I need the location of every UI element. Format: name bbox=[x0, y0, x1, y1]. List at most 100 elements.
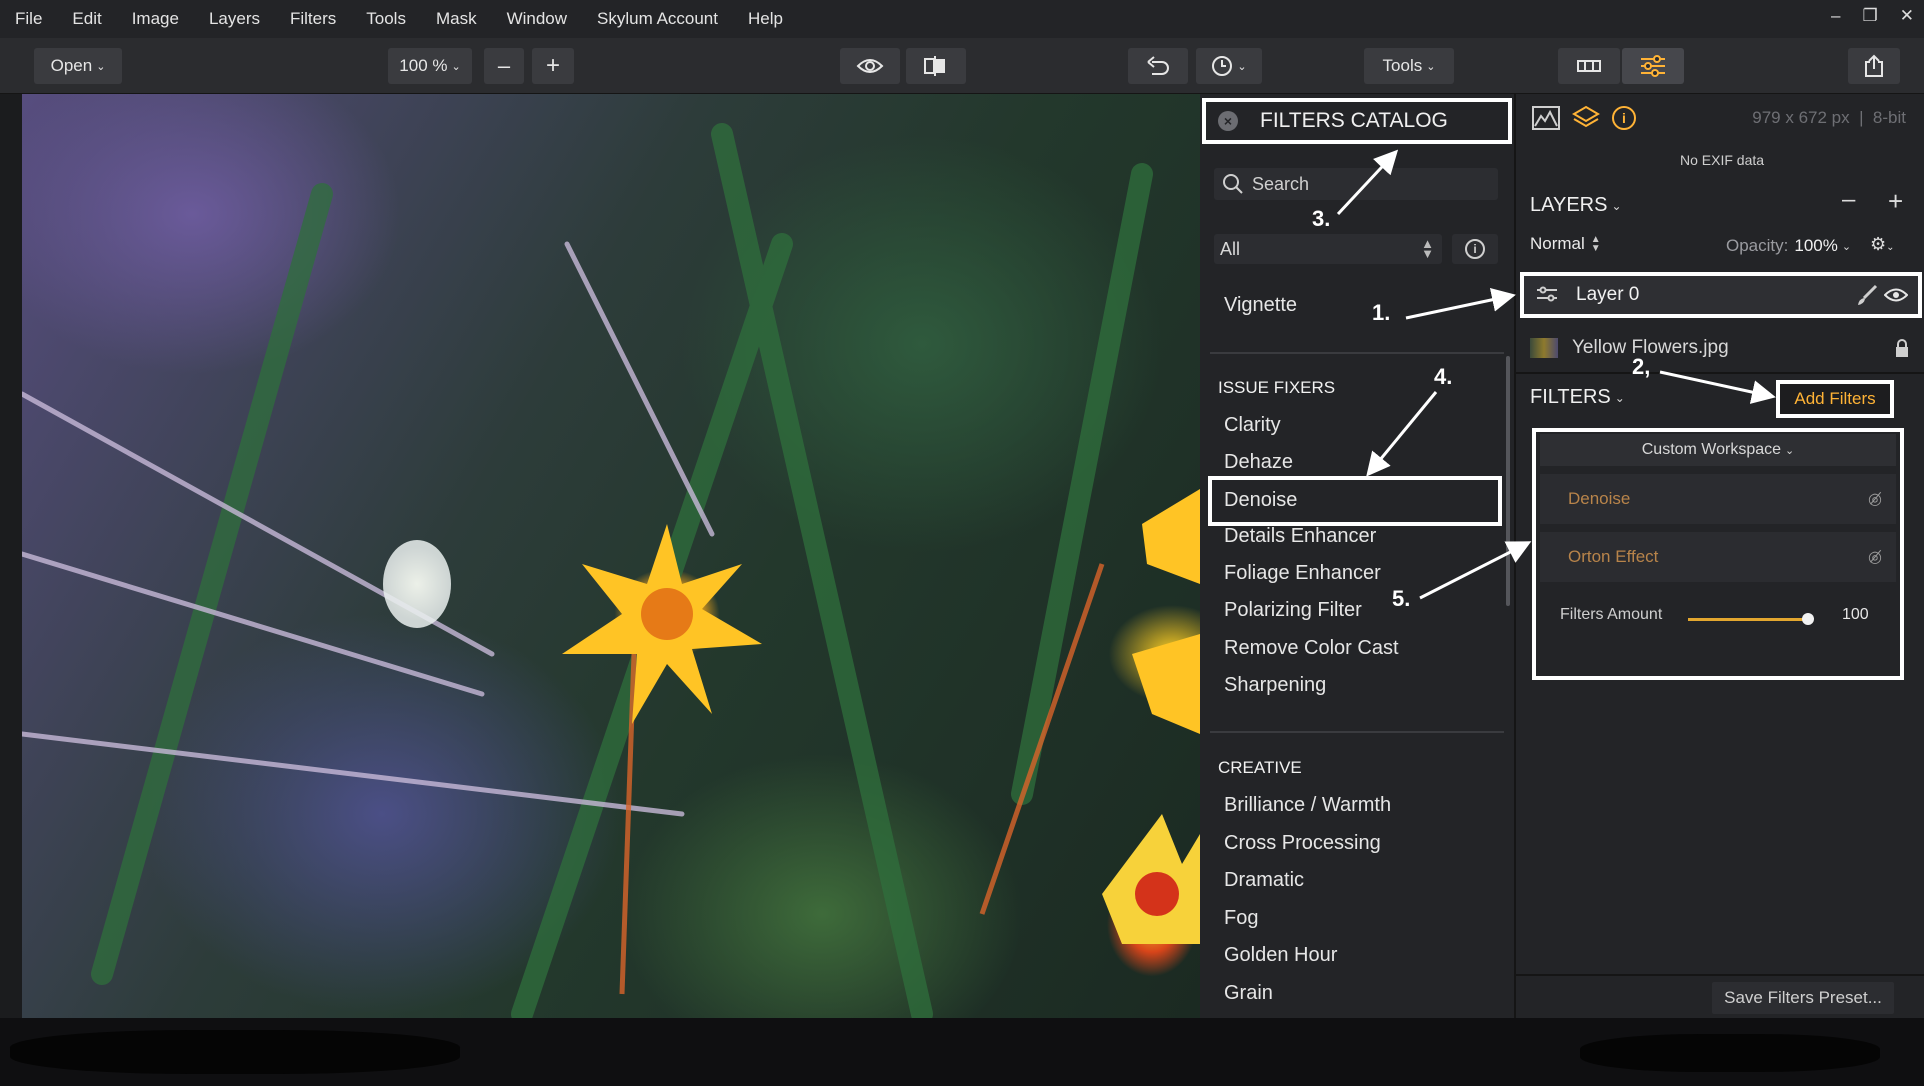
catalog-item-golden-hour[interactable]: Golden Hour bbox=[1224, 944, 1337, 967]
catalog-item-dramatic[interactable]: Dramatic bbox=[1224, 869, 1304, 892]
section-issue-fixers: ISSUE FIXERS bbox=[1218, 378, 1336, 397]
tools-button[interactable]: Tools ⌄ bbox=[1364, 48, 1454, 84]
category-select[interactable]: All ▲ ▼ bbox=[1214, 234, 1442, 264]
split-view-icon bbox=[924, 56, 945, 76]
annotation-5: 5. bbox=[1392, 586, 1411, 611]
updown-icon: ▲ ▼ bbox=[1590, 234, 1601, 254]
menu-skylum-account[interactable]: Skylum Account bbox=[582, 9, 733, 29]
histogram-tab[interactable] bbox=[1532, 106, 1560, 135]
compare-button[interactable] bbox=[906, 48, 966, 84]
info-tab[interactable]: i bbox=[1612, 106, 1636, 130]
menu-filters[interactable]: Filters bbox=[275, 9, 351, 29]
minimize-button[interactable]: – bbox=[1831, 6, 1840, 26]
layers-title: LAYERS bbox=[1530, 194, 1608, 216]
filters-title: FILTERS bbox=[1530, 386, 1611, 408]
edit-view-button[interactable] bbox=[1622, 48, 1684, 84]
menu-edit[interactable]: Edit bbox=[57, 9, 116, 29]
window-controls: – ❐ ✕ bbox=[1831, 6, 1914, 26]
workspace-select[interactable]: Custom Workspace ⌄ bbox=[1540, 434, 1896, 466]
menu-window[interactable]: Window bbox=[492, 9, 582, 29]
open-button[interactable]: Open ⌄ bbox=[34, 48, 122, 84]
share-icon bbox=[1865, 54, 1883, 77]
image-canvas[interactable] bbox=[22, 94, 1200, 1018]
zoom-out-button[interactable]: – bbox=[484, 48, 524, 84]
catalog-view-button[interactable] bbox=[1558, 48, 1620, 84]
save-filters-preset-button[interactable]: Save Filters Preset... bbox=[1712, 982, 1894, 1014]
chevron-down-icon: ⌄ bbox=[1611, 198, 1622, 213]
chevron-down-icon: ⌄ bbox=[1614, 390, 1625, 405]
open-label: Open bbox=[50, 56, 93, 75]
catalog-item-clarity[interactable]: Clarity bbox=[1224, 414, 1281, 437]
menu-file[interactable]: File bbox=[0, 9, 57, 29]
catalog-item-sharpening[interactable]: Sharpening bbox=[1224, 674, 1326, 697]
catalog-item-foliage-enhancer[interactable]: Foliage Enhancer bbox=[1224, 562, 1381, 585]
layer-row-selected[interactable]: Layer 0 bbox=[1520, 272, 1922, 318]
filters-header[interactable]: FILTERS ⌄ bbox=[1530, 386, 1625, 409]
remove-layer-button[interactable]: – bbox=[1842, 186, 1855, 214]
filter-name: Orton Effect bbox=[1568, 547, 1659, 566]
divider bbox=[1210, 731, 1504, 733]
close-icon[interactable]: × bbox=[1218, 111, 1238, 131]
filters-amount-value: 100 bbox=[1842, 606, 1869, 623]
catalog-item-brilliance-warmth[interactable]: Brilliance / Warmth bbox=[1224, 794, 1391, 817]
catalog-item-dehaze[interactable]: Dehaze bbox=[1224, 451, 1293, 474]
catalog-item-polarizing-filter[interactable]: Polarizing Filter bbox=[1224, 599, 1362, 622]
photo-content bbox=[22, 123, 1200, 1018]
chevron-down-icon: ⌄ bbox=[451, 60, 461, 73]
history-button[interactable]: ⌄ bbox=[1196, 48, 1262, 84]
layer-row[interactable]: Yellow Flowers.jpg bbox=[1524, 326, 1922, 370]
opacity-control[interactable]: Opacity: 100% ⌄ bbox=[1726, 236, 1851, 256]
eye-off-icon[interactable]: ◎̸ bbox=[1868, 489, 1882, 509]
layers-header[interactable]: LAYERS ⌄ bbox=[1530, 194, 1622, 217]
bottom-strip bbox=[0, 1018, 1924, 1086]
catalog-scrollbar[interactable] bbox=[1506, 356, 1510, 606]
menu-image[interactable]: Image bbox=[117, 9, 194, 29]
image-info: 979 x 672 px | 8-bit bbox=[1752, 108, 1906, 127]
eye-off-icon[interactable]: ◎̸ bbox=[1868, 547, 1882, 567]
filters-amount-slider[interactable] bbox=[1688, 618, 1808, 621]
zoom-in-button[interactable]: + bbox=[532, 48, 574, 84]
layer-settings-button[interactable]: ⚙⌄ bbox=[1870, 234, 1895, 255]
brush-icon[interactable] bbox=[1856, 284, 1878, 306]
restore-button[interactable]: ❐ bbox=[1863, 6, 1878, 26]
category-value: All bbox=[1220, 238, 1241, 259]
annotation-3: 3. bbox=[1312, 206, 1331, 231]
menu-layers[interactable]: Layers bbox=[194, 9, 275, 29]
tools-label: Tools bbox=[1382, 56, 1423, 75]
export-button[interactable] bbox=[1848, 48, 1900, 84]
catalog-item-cross-processing[interactable]: Cross Processing bbox=[1224, 832, 1381, 855]
menu-tools[interactable]: Tools bbox=[351, 9, 421, 29]
close-window-button[interactable]: ✕ bbox=[1900, 6, 1914, 26]
filters-amount-slider-knob[interactable] bbox=[1802, 613, 1814, 625]
catalog-item-grain[interactable]: Grain bbox=[1224, 982, 1273, 1005]
applied-filters-panel: Custom Workspace ⌄ Denoise ◎̸ Orton Effe… bbox=[1532, 428, 1904, 680]
plus-icon: + bbox=[545, 52, 560, 79]
layers-tab[interactable] bbox=[1572, 104, 1600, 137]
catalog-item-details-enhancer[interactable]: Details Enhancer bbox=[1224, 525, 1376, 548]
preview-toggle-button[interactable] bbox=[840, 48, 900, 84]
catalog-info-button[interactable]: i bbox=[1452, 234, 1498, 264]
eye-icon[interactable] bbox=[1884, 287, 1908, 303]
add-filters-button[interactable]: Add Filters bbox=[1776, 380, 1894, 418]
menu-help[interactable]: Help bbox=[733, 9, 798, 29]
filter-row-denoise[interactable]: Denoise ◎̸ bbox=[1540, 474, 1896, 524]
info-icon: i bbox=[1465, 239, 1485, 259]
menu-mask[interactable]: Mask bbox=[421, 9, 492, 29]
blend-mode-select[interactable]: Normal ▲ ▼ bbox=[1530, 234, 1601, 254]
layers-icon bbox=[1572, 105, 1600, 128]
catalog-item-denoise[interactable]: Denoise bbox=[1224, 489, 1297, 512]
add-layer-button[interactable]: + bbox=[1888, 186, 1903, 217]
undo-button[interactable] bbox=[1128, 48, 1188, 84]
search-input[interactable] bbox=[1252, 173, 1482, 195]
zoom-select[interactable]: 100 % ⌄ bbox=[388, 48, 472, 84]
catalog-header: × FILTERS CATALOG bbox=[1202, 98, 1512, 144]
grid-icon bbox=[1577, 60, 1601, 72]
section-creative: CREATIVE bbox=[1218, 758, 1302, 777]
redaction-mark bbox=[1580, 1034, 1880, 1072]
catalog-item-vignette[interactable]: Vignette bbox=[1224, 294, 1297, 317]
filter-row-orton-effect[interactable]: Orton Effect ◎̸ bbox=[1540, 532, 1896, 582]
catalog-item-remove-color-cast[interactable]: Remove Color Cast bbox=[1224, 637, 1399, 660]
catalog-item-fog[interactable]: Fog bbox=[1224, 907, 1258, 930]
chevron-down-icon: ⌄ bbox=[1237, 60, 1247, 73]
annotation-2: 2, bbox=[1632, 354, 1651, 379]
